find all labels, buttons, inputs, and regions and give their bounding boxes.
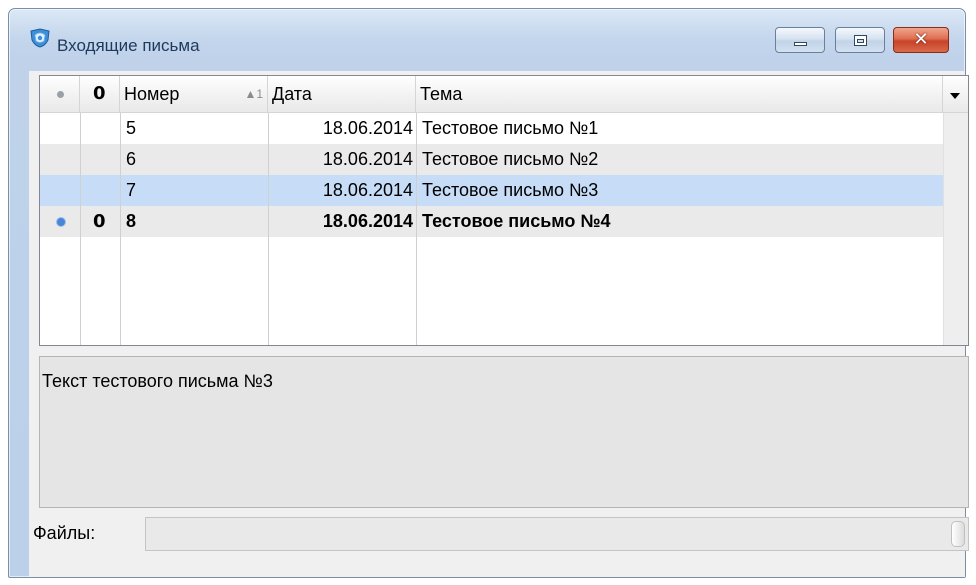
close-button[interactable]: ✕	[893, 27, 949, 53]
grid-header: 0 Номер ▲1 Дата Тема	[40, 76, 968, 113]
read-status-cell	[40, 144, 80, 175]
message-preview[interactable]: Текст тестового письма №3	[39, 356, 969, 508]
subject-cell: Тестовое письмо №3	[422, 180, 599, 200]
read-status-cell	[40, 113, 80, 144]
number-cell: 8	[126, 211, 137, 231]
minimize-icon	[794, 42, 807, 46]
attachment-cell	[80, 144, 120, 175]
mail-shield-icon	[30, 28, 50, 48]
column-divider	[120, 113, 121, 345]
messages-grid[interactable]: 0 Номер ▲1 Дата Тема 5 18.06.2014 Тестов…	[39, 75, 969, 346]
window: Входящие письма ✕ 0 Номер ▲1 Дата Тема 5…	[8, 8, 969, 578]
column-header-number[interactable]: Номер ▲1	[120, 76, 268, 112]
paperclip-icon: 0	[93, 83, 106, 104]
attachment-cell	[80, 113, 120, 144]
subject-cell: Тестовое письмо №4	[422, 211, 611, 231]
table-row[interactable]: 6 18.06.2014 Тестовое письмо №2	[40, 144, 943, 175]
column-divider	[416, 113, 417, 345]
read-status-cell	[40, 175, 80, 206]
unread-dot-icon	[57, 218, 65, 226]
scroll-grip[interactable]	[951, 521, 965, 547]
files-field[interactable]	[145, 517, 969, 551]
sort-ascending-icon: ▲1	[244, 87, 263, 101]
column-chooser-button[interactable]	[943, 76, 968, 112]
subject-cell: Тестовое письмо №2	[422, 149, 599, 169]
column-header-read[interactable]	[40, 76, 80, 112]
number-cell: 5	[126, 118, 137, 138]
client-area: 0 Номер ▲1 Дата Тема 5 18.06.2014 Тестов…	[29, 71, 969, 577]
column-header-date[interactable]: Дата	[268, 76, 416, 112]
column-header-number-label: Номер	[124, 84, 180, 104]
message-preview-text: Текст тестового письма №3	[42, 371, 273, 391]
minimize-button[interactable]	[775, 27, 825, 53]
paperclip-icon: 0	[93, 211, 106, 232]
column-header-attachment[interactable]: 0	[80, 76, 120, 112]
column-header-subject[interactable]: Тема	[416, 76, 943, 112]
column-divider	[80, 113, 81, 345]
read-status-cell	[40, 206, 80, 237]
chevron-down-icon	[950, 93, 960, 99]
table-row-selected[interactable]: 7 18.06.2014 Тестовое письмо №3	[40, 175, 943, 206]
close-icon: ✕	[913, 29, 929, 50]
subject-cell: Тестовое письмо №1	[422, 118, 599, 138]
table-row-unread[interactable]: 0 8 18.06.2014 Тестовое письмо №4	[40, 206, 943, 237]
maximize-icon	[854, 35, 867, 46]
column-divider	[268, 113, 269, 345]
column-header-date-label: Дата	[272, 84, 312, 104]
title-bar[interactable]: Входящие письма ✕	[9, 9, 965, 55]
column-header-subject-label: Тема	[420, 84, 463, 104]
attachment-cell	[80, 175, 120, 206]
table-row[interactable]: 5 18.06.2014 Тестовое письмо №1	[40, 113, 943, 144]
date-cell: 18.06.2014	[322, 149, 413, 169]
date-cell: 18.06.2014	[322, 211, 413, 231]
grid-rows: 5 18.06.2014 Тестовое письмо №1 6 18.06.…	[40, 113, 943, 345]
window-title: Входящие письма	[57, 36, 200, 55]
date-cell: 18.06.2014	[322, 118, 413, 138]
vertical-scrollbar[interactable]	[943, 113, 968, 345]
number-cell: 7	[126, 180, 137, 200]
date-cell: 18.06.2014	[322, 180, 413, 200]
dot-icon	[57, 91, 64, 98]
maximize-button[interactable]	[835, 27, 885, 53]
number-cell: 6	[126, 149, 137, 169]
attachment-cell: 0	[80, 206, 120, 237]
files-label: Файлы:	[33, 523, 96, 543]
